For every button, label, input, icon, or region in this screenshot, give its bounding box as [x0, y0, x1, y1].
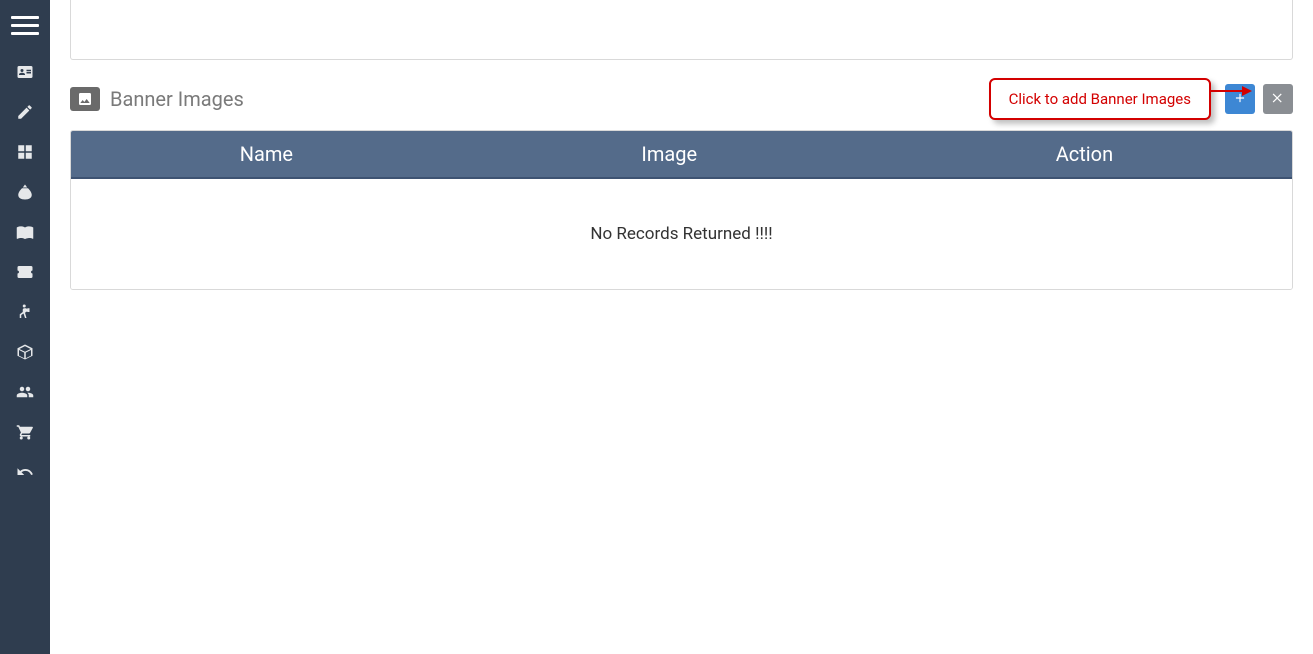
sidebar-item-ticket[interactable]: [0, 254, 50, 294]
column-header-action: Action: [877, 142, 1292, 166]
column-header-image: Image: [462, 142, 877, 166]
sidebar-item-courier[interactable]: [0, 294, 50, 334]
sidebar-item-grid[interactable]: [0, 134, 50, 174]
close-icon: [1271, 89, 1285, 109]
package-icon: [16, 343, 34, 365]
sidebar-item-book[interactable]: [0, 214, 50, 254]
callout-wrapper: Click to add Banner Images: [989, 78, 1211, 120]
person-carry-icon: [16, 303, 34, 325]
column-header-name: Name: [71, 142, 462, 166]
undo-icon: [16, 463, 34, 485]
table-header-row: Name Image Action: [71, 131, 1292, 179]
sidebar-item-money[interactable]: [0, 174, 50, 214]
sidebar-item-edit[interactable]: [0, 94, 50, 134]
upper-panel-placeholder: [70, 0, 1293, 60]
ticket-icon: [16, 263, 34, 285]
table-icon: [16, 143, 34, 165]
panel-header: Banner Images Click to add Banner Images: [70, 78, 1293, 120]
table-body: No Records Returned !!!!: [71, 179, 1292, 289]
sidebar-item-card[interactable]: [0, 54, 50, 94]
banner-images-table: Name Image Action No Records Returned !!…: [70, 130, 1293, 290]
panel-title-group: Banner Images: [70, 87, 244, 111]
callout-pointer-icon: [1210, 85, 1252, 97]
cart-icon: [16, 423, 34, 445]
users-icon: [16, 383, 34, 405]
main-content: Banner Images Click to add Banner Images: [50, 0, 1313, 654]
callout-tooltip: Click to add Banner Images: [989, 78, 1211, 120]
sidebar-item-cart[interactable]: [0, 414, 50, 454]
edit-note-icon: [16, 103, 34, 125]
close-button[interactable]: [1263, 84, 1293, 114]
empty-state-message: No Records Returned !!!!: [590, 224, 772, 244]
sidebar: [0, 0, 50, 654]
panel-title: Banner Images: [110, 87, 244, 111]
nav-list: [0, 54, 50, 494]
sidebar-item-undo[interactable]: [0, 454, 50, 494]
sidebar-item-package[interactable]: [0, 334, 50, 374]
image-icon: [70, 87, 100, 111]
menu-toggle-button[interactable]: [0, 8, 50, 42]
id-card-icon: [16, 63, 34, 85]
money-bag-icon: [16, 183, 34, 205]
panel-actions: Click to add Banner Images: [989, 78, 1293, 120]
sidebar-item-users[interactable]: [0, 374, 50, 414]
book-icon: [16, 223, 34, 245]
